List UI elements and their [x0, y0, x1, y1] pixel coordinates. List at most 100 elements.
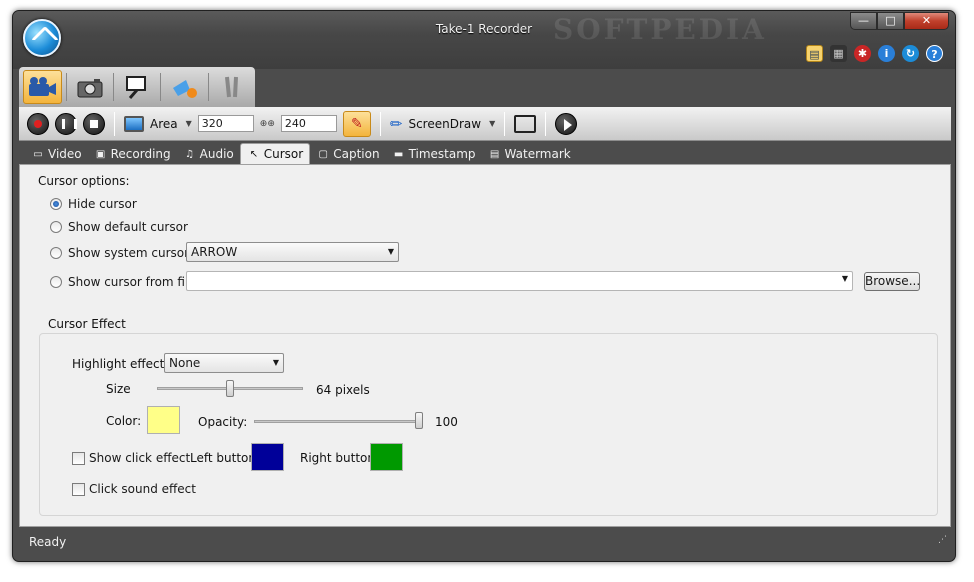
tab-label: Video — [48, 147, 82, 161]
minimize-button[interactable]: — — [850, 12, 877, 30]
width-input[interactable]: 320 — [197, 115, 254, 132]
resize-grip-icon[interactable]: ⋰ — [938, 529, 947, 551]
right-button-label: Right button: — [300, 451, 380, 465]
stop-button[interactable] — [83, 112, 105, 135]
highlight-effect-select[interactable]: None ▼ — [164, 353, 284, 373]
zoom-icon[interactable] — [514, 114, 537, 133]
info-icon[interactable]: i — [878, 45, 895, 62]
photo-camera-icon[interactable] — [71, 70, 109, 104]
watermark-icon: ▤ — [489, 148, 500, 160]
tab-bar: ▭ Video ▣ Recording ♫ Audio ↖ Cursor ▢ Captio… — [19, 142, 951, 164]
checkbox[interactable] — [72, 451, 85, 465]
maximize-button[interactable]: □ — [877, 12, 904, 30]
pencil-icon: ✏ — [389, 114, 403, 133]
size-value: 64 pixels — [316, 383, 370, 397]
radio-button[interactable] — [50, 247, 62, 259]
recording-icon: ▣ — [95, 148, 106, 160]
tab-label: Timestamp — [408, 147, 476, 161]
tab-label: Watermark — [504, 147, 571, 161]
separator — [65, 73, 67, 101]
color-label: Color: — [106, 414, 142, 428]
cursor-file-select[interactable]: ▼ — [186, 271, 853, 291]
toolbar: Area ▼ 320 ⊕⊕ 240 ✎ ✏ ScreenDraw ▼ — [19, 107, 951, 141]
pause-button[interactable] — [55, 112, 77, 135]
show-system-cursor-radio[interactable]: Show system cursor — [50, 246, 189, 260]
mode-bar — [19, 67, 255, 107]
chevron-down-icon: ▼ — [387, 247, 394, 256]
show-cursor-from-file-label: Show cursor from file — [68, 275, 196, 289]
highlight-effect-value: None — [169, 356, 201, 370]
chevron-down-icon[interactable]: ▼ — [489, 119, 495, 128]
window-icon[interactable]: ▤ — [806, 45, 823, 62]
app-window: SOFTPEDIA Take-1 Recorder — □ ✕ ▤ ▦ ✱ i … — [12, 10, 956, 562]
brush-tool-icon[interactable] — [165, 70, 203, 104]
show-cursor-from-file-radio[interactable]: Show cursor from file — [50, 275, 196, 289]
video-icon: ▭ — [33, 148, 43, 160]
play-button[interactable] — [555, 112, 578, 135]
checkbox[interactable] — [72, 482, 85, 496]
cursor-options-heading: Cursor options: — [38, 174, 130, 188]
click-sound-effect-label: Click sound effect — [89, 482, 196, 496]
chevron-down-icon[interactable]: ▼ — [186, 119, 192, 128]
show-click-effect-label: Show click effect — [89, 451, 191, 465]
close-button[interactable]: ✕ — [904, 12, 949, 30]
title-bar: SOFTPEDIA Take-1 Recorder — □ ✕ ▤ ▦ ✱ i … — [13, 11, 955, 69]
opacity-label: Opacity: — [198, 415, 248, 429]
chevron-down-icon: ▼ — [272, 358, 279, 367]
tab-watermark[interactable]: ▤ Watermark — [482, 144, 577, 164]
tab-caption[interactable]: ▢ Caption — [310, 144, 385, 164]
tab-label: Recording — [110, 147, 171, 161]
separator — [114, 111, 115, 136]
help-icon[interactable]: ? — [926, 45, 943, 62]
opacity-slider-thumb[interactable] — [415, 412, 423, 429]
tab-audio[interactable]: ♫ Audio — [177, 144, 240, 164]
record-button[interactable] — [27, 112, 49, 135]
right-button-color-swatch[interactable] — [370, 443, 403, 471]
left-button-label: Left button: — [190, 451, 261, 465]
show-default-cursor-label: Show default cursor — [68, 220, 188, 234]
logo-icon[interactable]: ↻ — [902, 45, 919, 62]
separator — [504, 111, 506, 136]
system-cursor-select[interactable]: ARROW ▼ — [186, 242, 399, 262]
size-slider-thumb[interactable] — [226, 380, 234, 397]
separator — [207, 73, 209, 101]
tab-cursor[interactable]: ↖ Cursor — [239, 143, 311, 164]
size-label: Size — [106, 382, 131, 396]
tab-timestamp[interactable]: ▬ Timestamp — [386, 144, 482, 164]
chevron-down-icon: ▼ — [841, 274, 848, 283]
area-label[interactable]: Area — [150, 117, 178, 131]
pen-button[interactable]: ✎ — [342, 110, 371, 137]
browse-button[interactable]: Browse... — [864, 272, 920, 291]
monitor-icon[interactable] — [124, 115, 144, 132]
bug-icon[interactable]: ✱ — [854, 45, 871, 62]
show-click-effect-checkbox[interactable]: Show click effect — [72, 451, 190, 465]
tab-video[interactable]: ▭ Video — [25, 144, 88, 164]
opacity-slider-track[interactable] — [254, 420, 420, 423]
system-cursor-value: ARROW — [191, 245, 238, 259]
highlight-color-swatch[interactable] — [147, 406, 180, 434]
status-text: Ready — [29, 535, 67, 549]
tab-recording[interactable]: ▣ Recording — [88, 144, 177, 164]
radio-button[interactable] — [50, 198, 62, 210]
separator — [545, 111, 547, 136]
radio-button[interactable] — [50, 221, 62, 233]
opacity-value: 100 — [435, 415, 458, 429]
radio-button[interactable] — [50, 276, 62, 288]
cursor-panel: Cursor options: Hide cursor Show default… — [19, 164, 951, 527]
height-input[interactable]: 240 — [280, 115, 337, 132]
screendraw-button[interactable]: ScreenDraw — [408, 117, 481, 131]
film-icon[interactable]: ▦ — [830, 45, 847, 62]
left-button-color-swatch[interactable] — [251, 443, 284, 471]
tab-label: Cursor — [263, 147, 304, 161]
zoom-tool-icon[interactable] — [118, 70, 156, 104]
click-sound-effect-checkbox[interactable]: Click sound effect — [72, 482, 196, 496]
separator — [160, 73, 162, 101]
caption-icon: ▢ — [318, 148, 328, 160]
window-title: Take-1 Recorder — [435, 22, 533, 36]
tab-label: Caption — [333, 147, 380, 161]
hide-cursor-radio[interactable]: Hide cursor — [50, 197, 137, 211]
settings-tools-icon[interactable] — [213, 70, 251, 104]
show-default-cursor-radio[interactable]: Show default cursor — [50, 220, 188, 234]
video-camera-icon[interactable] — [23, 70, 62, 104]
highlight-effect-label: Highlight effect: — [72, 357, 169, 371]
